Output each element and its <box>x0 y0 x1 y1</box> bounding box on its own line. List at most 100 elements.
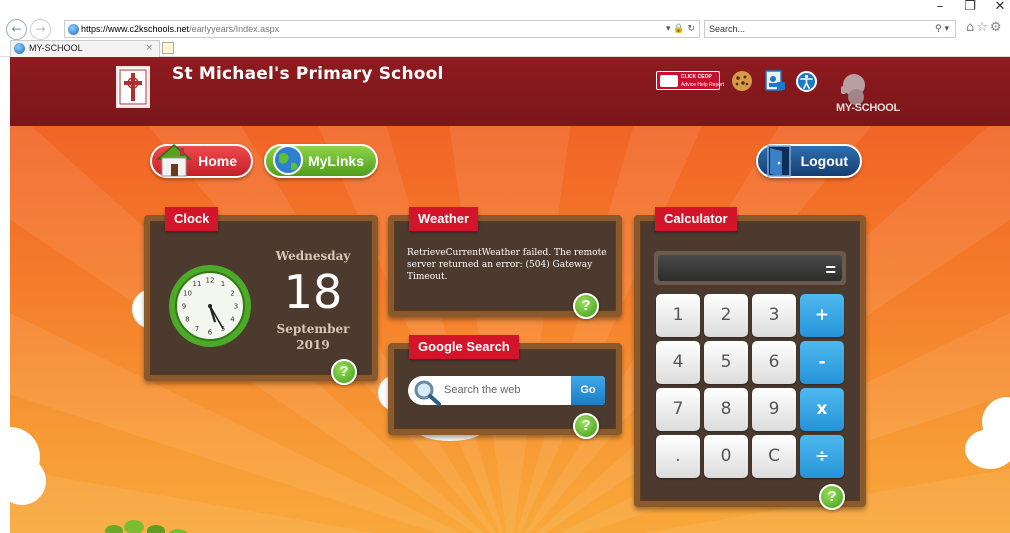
my-school-logo: MY-SCHOOL <box>832 68 904 114</box>
settings-gear-icon[interactable]: ⚙ <box>990 20 1004 35</box>
clock-help-button[interactable]: ? <box>331 359 357 385</box>
url-path: /earlyyears/Index.aspx <box>189 24 280 34</box>
accessibility-icon[interactable] <box>796 71 817 92</box>
home-label: Home <box>198 153 237 169</box>
tab-my-school[interactable]: MY-SCHOOL × <box>10 40 160 57</box>
brand-label: MY-SCHOOL <box>836 102 900 114</box>
clock-numeral: 10 <box>183 290 192 298</box>
clock-numeral: 12 <box>206 277 215 285</box>
google-go-button[interactable]: Go <box>571 376 605 405</box>
minimize-button[interactable]: – <box>932 0 948 16</box>
privacy-document-icon[interactable] <box>764 70 786 92</box>
calc-key-4[interactable]: 4 <box>656 341 700 384</box>
calc-key-5[interactable]: 5 <box>704 341 748 384</box>
refresh-icon[interactable]: ↻ <box>687 24 695 34</box>
clock-widget: 123456789101112 Wednesday 18 September 2… <box>144 215 378 381</box>
magnifier-icon <box>414 380 441 406</box>
browser-chrome: – ❐ ✕ ← → https://www.c2kschools.net/ear… <box>0 0 1010 57</box>
calc-key-3[interactable]: 3 <box>752 294 796 337</box>
calculator-widget: = 1 2 3 +4 5 6- 7 8 9 x. 0 C ÷ <box>634 215 866 507</box>
clock-year: 2019 <box>296 338 330 352</box>
back-arrow-icon[interactable]: ← <box>6 19 27 40</box>
calc-key-7[interactable]: 7 <box>656 388 700 431</box>
new-tab-icon[interactable] <box>162 42 174 54</box>
weather-error-message: RetrieveCurrentWeather failed. The remot… <box>407 248 607 282</box>
school-name: St Michael's Primary School <box>172 64 444 84</box>
calculator-equals-indicator: = <box>825 260 836 280</box>
plant-decoration-icon <box>105 520 188 533</box>
calc-key-0[interactable]: 0 <box>704 435 748 478</box>
mylinks-label: MyLinks <box>307 153 364 169</box>
home-icon[interactable]: ⌂ <box>966 20 976 35</box>
ceop-eye-icon <box>660 75 678 87</box>
clock-numeral: 6 <box>208 329 213 337</box>
logout-button[interactable]: Logout <box>756 144 862 178</box>
clock-numeral: 2 <box>230 290 234 298</box>
site-header: St Michael's Primary School CLICK CEOP A… <box>10 57 1010 126</box>
clock-month: September <box>276 322 350 336</box>
calculator-help-button[interactable]: ? <box>819 484 845 510</box>
clock-numeral: 9 <box>182 303 186 311</box>
cookie-icon[interactable] <box>731 70 753 92</box>
google-search-title: Google Search <box>409 335 519 359</box>
close-window-button[interactable]: ✕ <box>992 0 1008 16</box>
clock-day-name: Wednesday <box>275 249 351 263</box>
site-globe-icon <box>68 24 79 35</box>
address-actions: ▾ 🔒 ↻ <box>666 21 695 37</box>
calc-key-decimal[interactable]: . <box>656 435 700 478</box>
calc-key-9[interactable]: 9 <box>752 388 796 431</box>
close-tab-icon[interactable]: × <box>145 41 153 56</box>
calc-key-8[interactable]: 8 <box>704 388 748 431</box>
calculator-title: Calculator <box>655 207 737 231</box>
clock-day-number: 18 <box>283 265 343 319</box>
home-button[interactable]: Home <box>150 144 253 178</box>
calc-key-2[interactable]: 2 <box>704 294 748 337</box>
google-search-input[interactable]: Search the web Go <box>408 376 605 406</box>
address-bar[interactable]: https://www.c2kschools.net/earlyyears/In… <box>64 20 700 38</box>
tab-favicon-icon <box>14 43 25 54</box>
google-search-placeholder: Search the web <box>444 384 521 396</box>
tab-strip: MY-SCHOOL × <box>0 40 1010 57</box>
door-exit-icon <box>767 145 791 177</box>
mylinks-button[interactable]: MyLinks <box>264 144 378 178</box>
maximize-button[interactable]: ❐ <box>962 0 978 16</box>
ceop-label: CLICK CEOP <box>681 74 712 80</box>
calc-key-minus[interactable]: - <box>800 341 844 384</box>
search-icon[interactable]: ⚲ ▾ <box>935 21 949 37</box>
search-placeholder: Search... <box>709 24 746 34</box>
house-icon <box>156 144 192 177</box>
analog-clock-icon: 123456789101112 <box>169 265 251 347</box>
clock-numeral: 3 <box>234 303 238 311</box>
globe-icon <box>273 145 303 175</box>
clock-numeral: 4 <box>230 316 235 324</box>
calc-key-1[interactable]: 1 <box>656 294 700 337</box>
dropdown-icon[interactable]: ▾ <box>666 24 671 34</box>
tab-title: MY-SCHOOL <box>29 43 83 53</box>
calc-key-divide[interactable]: ÷ <box>800 435 844 478</box>
clock-numeral: 11 <box>193 280 202 288</box>
browser-search-input[interactable]: Search... ⚲ ▾ <box>704 20 956 38</box>
toolbar-icons: ⌂☆⚙ <box>966 20 1004 35</box>
page-body: St Michael's Primary School CLICK CEOP A… <box>10 57 1010 533</box>
clock-numeral: 1 <box>221 280 225 288</box>
google-help-button[interactable]: ? <box>573 413 599 439</box>
lock-icon[interactable]: 🔒 <box>673 24 684 34</box>
cloud-decoration <box>10 457 46 505</box>
screen: – ❐ ✕ ← → https://www.c2kschools.net/ear… <box>0 0 1010 533</box>
weather-help-button[interactable]: ? <box>573 293 599 319</box>
ceop-report-button[interactable]: CLICK CEOP Advice Help Report <box>656 71 724 90</box>
calc-key-6[interactable]: 6 <box>752 341 796 384</box>
clock-numeral: 8 <box>185 316 189 324</box>
logout-label: Logout <box>800 153 848 169</box>
forward-arrow-icon[interactable]: → <box>30 19 51 40</box>
clock-title: Clock <box>165 207 219 231</box>
ceop-sublabel: Advice Help Report <box>681 82 725 88</box>
window-controls: – ❐ ✕ <box>932 0 1008 16</box>
calc-key-multiply[interactable]: x <box>800 388 844 431</box>
cloud-decoration <box>965 429 1010 469</box>
calculator-display: = <box>654 251 846 285</box>
calc-key-plus[interactable]: + <box>800 294 844 337</box>
calc-key-clear[interactable]: C <box>752 435 796 478</box>
school-crest-icon <box>116 66 150 108</box>
favorites-star-icon[interactable]: ☆ <box>976 20 990 35</box>
